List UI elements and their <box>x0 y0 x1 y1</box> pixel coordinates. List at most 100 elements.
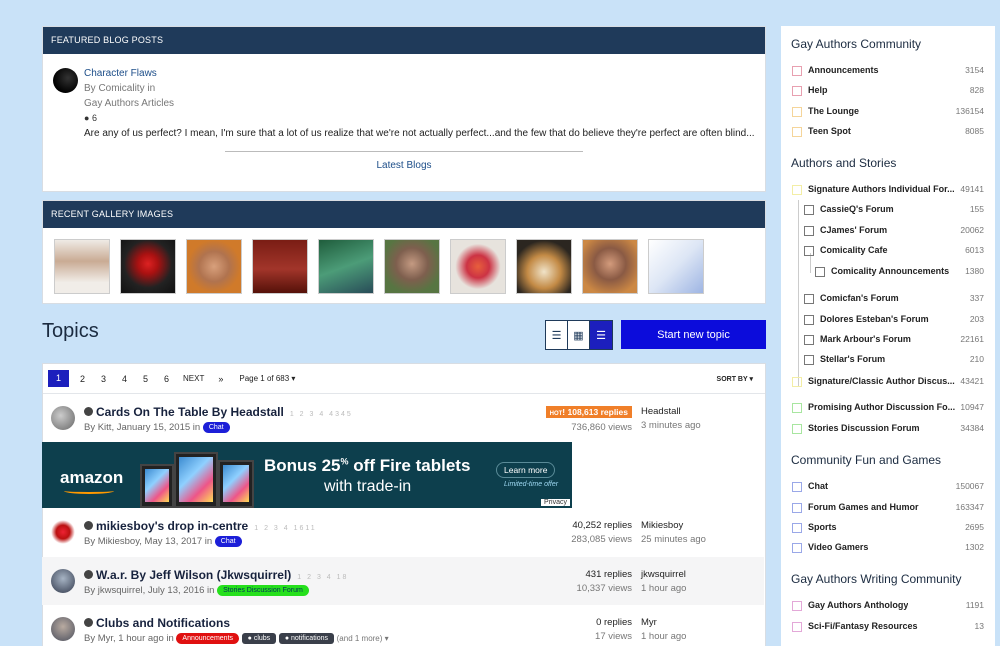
page-jump-dropdown[interactable]: Page 1 of 683 ▾ <box>239 374 295 383</box>
gallery-thumb[interactable] <box>54 239 110 294</box>
topic-pages[interactable]: 1 2 3 4 4345 <box>290 411 353 418</box>
topic-title-link[interactable]: mikiesboy's drop in-centre <box>96 519 248 533</box>
sidebar-forum-label[interactable]: Mark Arbour's Forum <box>820 334 911 344</box>
topic-pages[interactable]: 1 2 3 4 18 <box>297 574 348 581</box>
gallery-thumb[interactable] <box>318 239 374 294</box>
gallery-thumb[interactable] <box>186 239 242 294</box>
gallery-thumb[interactable] <box>516 239 572 294</box>
sidebar-forum-label[interactable]: Teen Spot <box>808 126 851 136</box>
forum-tag[interactable]: Chat <box>202 422 230 433</box>
sidebar-forum-item[interactable]: Comicality Cafe 6013 <box>781 245 995 259</box>
table-row[interactable]: W.a.r. By Jeff Wilson (Jkwsquirrel) 1 2 3… <box>42 557 764 605</box>
sidebar-forum-item[interactable]: Sci-Fi/Fantasy Resources 13 <box>781 621 995 635</box>
sidebar-forum-item[interactable]: Stellar's Forum 210 <box>781 354 995 368</box>
sidebar-forum-item[interactable]: Comicality Announcements 1380 <box>781 266 995 280</box>
avatar[interactable] <box>51 406 75 430</box>
last-page-link[interactable]: » <box>218 374 223 384</box>
sidebar-forum-label[interactable]: CJames' Forum <box>820 225 887 235</box>
sidebar-forum-label[interactable]: Sci-Fi/Fantasy Resources <box>808 621 918 631</box>
gallery-thumb[interactable] <box>450 239 506 294</box>
sidebar-forum-label[interactable]: Signature Authors Individual For... <box>808 184 955 194</box>
sidebar-forum-item[interactable]: Mark Arbour's Forum 22161 <box>781 334 995 348</box>
sidebar-forum-label[interactable]: CassieQ's Forum <box>820 204 894 214</box>
advertisement-banner[interactable]: amazon Bonus 25% off Fire tablets with t… <box>42 442 572 508</box>
sidebar-forum-item[interactable]: Teen Spot 8085 <box>781 126 995 140</box>
page-2-link[interactable]: 2 <box>72 374 93 384</box>
topic-title-link[interactable]: Cards On The Table By Headstall <box>96 405 284 419</box>
page-3-link[interactable]: 3 <box>93 374 114 384</box>
avatar[interactable] <box>53 68 78 93</box>
blog-category-link[interactable]: Gay Authors Articles <box>84 96 755 111</box>
grid-view-icon[interactable]: ▦ <box>568 321 590 349</box>
more-tags-dropdown[interactable]: (and 1 more) ▾ <box>337 634 389 643</box>
sidebar-forum-item[interactable]: Announcements 3154 <box>781 65 995 79</box>
sidebar-forum-item[interactable]: Gay Authors Anthology 1191 <box>781 600 995 614</box>
sidebar-forum-item[interactable]: The Lounge 136154 <box>781 106 995 120</box>
start-new-topic-button[interactable]: Start new topic <box>621 320 766 349</box>
sidebar-forum-label[interactable]: Dolores Esteban's Forum <box>820 314 929 324</box>
list-view-icon[interactable]: ☰ <box>546 321 568 349</box>
sidebar-forum-label[interactable]: Comicality Cafe <box>820 245 888 255</box>
sidebar-forum-label[interactable]: The Lounge <box>808 106 859 116</box>
sidebar-forum-item[interactable]: Stories Discussion Forum 34384 <box>781 423 995 437</box>
gallery-thumb[interactable] <box>648 239 704 294</box>
avatar[interactable] <box>51 520 75 544</box>
forum-unread-icon <box>815 267 825 277</box>
sidebar-forum-label[interactable]: Gay Authors Anthology <box>808 600 908 610</box>
table-view-icon[interactable]: ☰ <box>590 321 612 349</box>
next-page-link[interactable]: NEXT <box>183 374 204 383</box>
gallery-thumb[interactable] <box>582 239 638 294</box>
topic-pages[interactable]: 1 2 3 4 1611 <box>254 525 316 532</box>
sidebar-forum-item[interactable]: CJames' Forum 20062 <box>781 225 995 239</box>
sidebar-forum-label[interactable]: Signature/Classic Author Discus... <box>808 376 955 386</box>
sidebar-forum-label[interactable]: Video Gamers <box>808 542 868 552</box>
sidebar-forum-item[interactable]: Signature/Classic Author Discus... 43421 <box>781 376 995 390</box>
avatar[interactable] <box>51 617 75 641</box>
sidebar-forum-label[interactable]: Stories Discussion Forum <box>808 423 920 433</box>
sidebar-forum-item[interactable]: Promising Author Discussion Fo... 10947 <box>781 402 995 416</box>
table-row[interactable]: mikiesboy's drop in-centre 1 2 3 4 1611 B… <box>42 508 764 556</box>
page-5-link[interactable]: 5 <box>135 374 156 384</box>
avatar[interactable] <box>51 569 75 593</box>
page-6-link[interactable]: 6 <box>156 374 177 384</box>
sidebar-forum-item[interactable]: Video Gamers 1302 <box>781 542 995 556</box>
topic-title-link[interactable]: Clubs and Notifications <box>96 616 230 630</box>
latest-blogs-link[interactable]: Latest Blogs <box>53 160 755 171</box>
gallery-thumb[interactable] <box>384 239 440 294</box>
table-row[interactable]: Cards On The Table By Headstall 1 2 3 4 4… <box>42 394 764 442</box>
sidebar-forum-label[interactable]: Help <box>808 85 828 95</box>
topic-title-link[interactable]: W.a.r. By Jeff Wilson (Jkwsquirrel) <box>96 568 291 582</box>
blog-title-link[interactable]: Character Flaws <box>84 66 755 81</box>
sidebar-forum-label[interactable]: Chat <box>808 481 828 491</box>
privacy-link[interactable]: Privacy <box>541 499 570 506</box>
sidebar-forum-item[interactable]: Forum Games and Humor 163347 <box>781 502 995 516</box>
sidebar-forum-label[interactable]: Forum Games and Humor <box>808 502 919 512</box>
sidebar-forum-item[interactable]: CassieQ's Forum 155 <box>781 204 995 218</box>
sidebar-forum-item[interactable]: Sports 2695 <box>781 522 995 536</box>
section-heading: Community Fun and Games <box>791 453 942 467</box>
sidebar-forum-label[interactable]: Sports <box>808 522 837 532</box>
sidebar-forum-label[interactable]: Comicality Announcements <box>831 266 949 276</box>
tag-clubs[interactable]: ● clubs <box>241 633 277 644</box>
tag-notifications[interactable]: ● notifications <box>278 633 334 644</box>
learn-more-button[interactable]: Learn more <box>496 462 556 478</box>
sidebar-forum-item[interactable]: Signature Authors Individual For... 49141 <box>781 184 995 198</box>
table-row[interactable]: Clubs and Notifications By Myr, 1 hour a… <box>42 605 764 646</box>
page-1-link[interactable]: 1 <box>48 370 69 387</box>
sidebar-forum-item[interactable]: Help 828 <box>781 85 995 99</box>
page-4-link[interactable]: 4 <box>114 374 135 384</box>
sidebar-forum-label[interactable]: Comicfan's Forum <box>820 293 899 303</box>
sidebar-forum-label[interactable]: Promising Author Discussion Fo... <box>808 402 955 412</box>
gallery-thumb[interactable] <box>120 239 176 294</box>
sidebar-forum-item[interactable]: Chat 150067 <box>781 481 995 495</box>
forum-tag[interactable]: Chat <box>214 536 242 547</box>
sidebar-forum-label[interactable]: Announcements <box>808 65 879 75</box>
sidebar-forum-item[interactable]: Comicfan's Forum 337 <box>781 293 995 307</box>
sidebar-forum-label[interactable]: Stellar's Forum <box>820 354 885 364</box>
sort-by-dropdown[interactable]: SORT BY ▾ <box>717 375 753 383</box>
last-poster: jkwsquirrel 1 hour ago <box>641 569 687 594</box>
sidebar-forum-item[interactable]: Dolores Esteban's Forum 203 <box>781 314 995 328</box>
forum-tag[interactable]: Stories Discussion Forum <box>217 585 309 596</box>
gallery-thumb[interactable] <box>252 239 308 294</box>
forum-tag[interactable]: Announcements <box>176 633 240 644</box>
